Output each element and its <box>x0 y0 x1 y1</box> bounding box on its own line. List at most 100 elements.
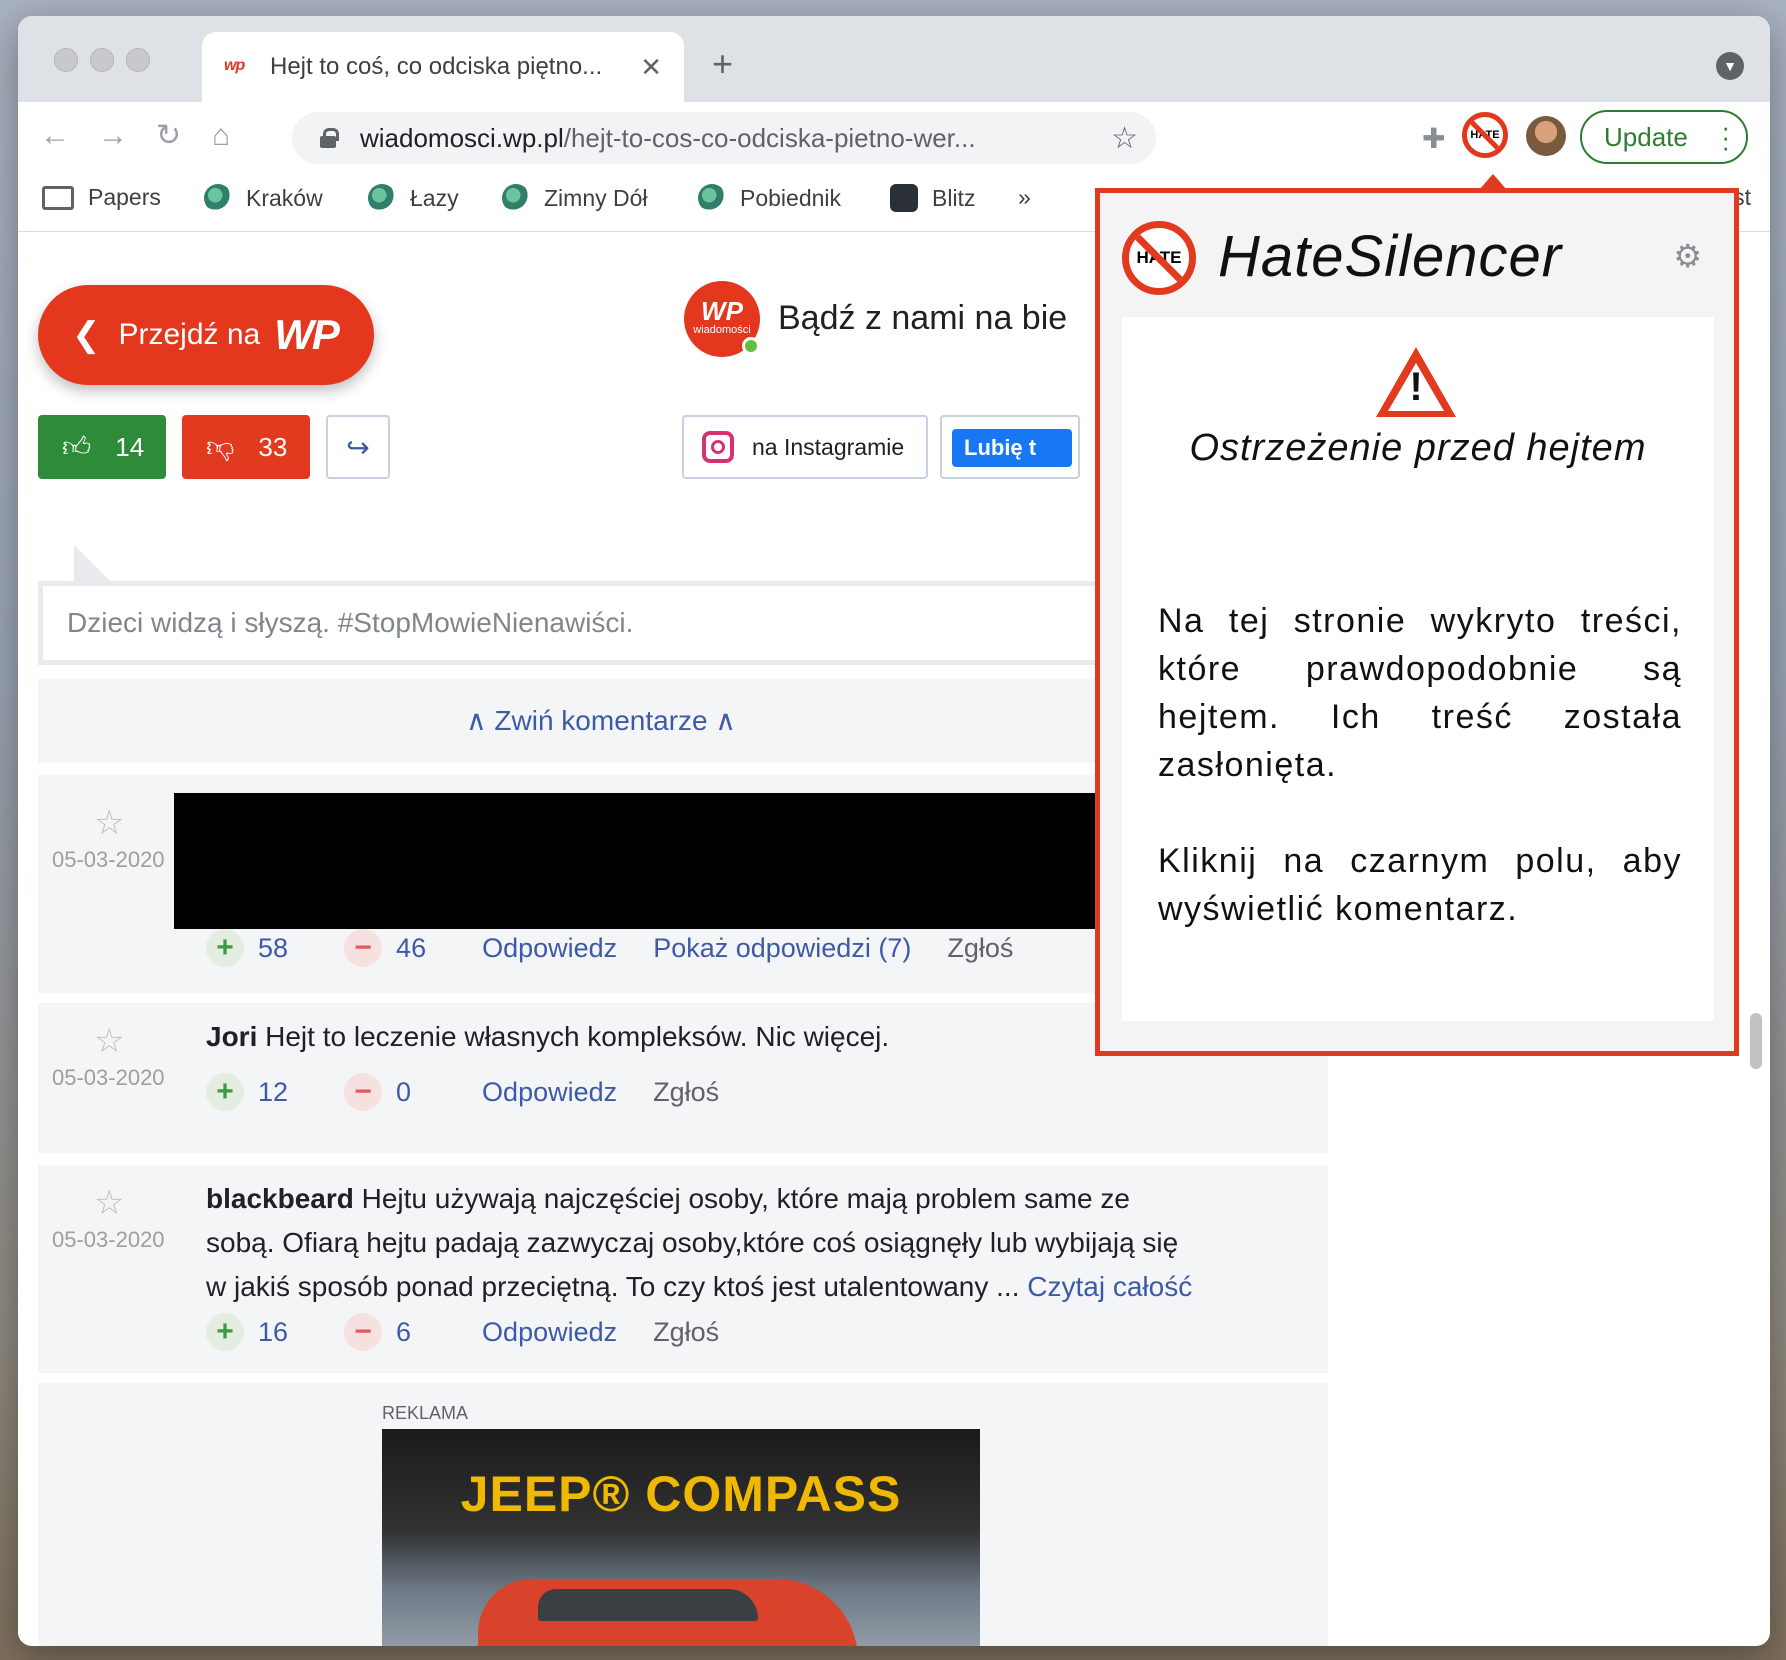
online-dot <box>742 337 760 355</box>
upvote-button[interactable]: + <box>206 1313 244 1351</box>
menu-dots-icon[interactable]: · · · <box>1721 114 1730 160</box>
bookmark-blitz[interactable]: Blitz <box>890 184 975 212</box>
go-to-wp-button[interactable]: ❮ Przejdź na WP <box>38 285 374 385</box>
warning-body: Na tej stronie wykryto treści, które pra… <box>1158 597 1682 933</box>
reply-link[interactable]: Odpowiedz <box>482 933 617 964</box>
star-icon[interactable]: ☆ <box>94 1021 124 1061</box>
report-link[interactable]: Zgłoś <box>653 1077 719 1108</box>
bookmark-star-icon[interactable]: ☆ <box>1111 121 1138 156</box>
bookmark-papers[interactable]: Papers <box>42 184 161 211</box>
tab-title: Hejt to coś, co odciska piętno... <box>270 53 603 80</box>
lock-icon[interactable] <box>320 128 339 148</box>
star-icon[interactable]: ☆ <box>94 803 124 843</box>
blitz-icon <box>890 184 918 212</box>
map-pin-icon <box>368 184 396 212</box>
zoom-window-button[interactable] <box>126 48 150 72</box>
wp-wiadomosci-avatar: WP wiadomości <box>684 281 760 357</box>
instagram-button[interactable]: na Instagramie <box>682 415 928 479</box>
comment-actions: + 12 − 0 Odpowiedz Zgłoś <box>206 1073 719 1111</box>
bookmark-zimny-dol[interactable]: Zimny Dół <box>502 184 648 212</box>
tab-strip: wp Hejt to coś, co odciska piętno... ✕ +… <box>18 16 1770 102</box>
map-pin-icon <box>698 184 726 212</box>
gear-icon[interactable]: ⚙ <box>1673 237 1702 275</box>
warning-paragraph-1: Na tej stronie wykryto treści, które pra… <box>1158 602 1682 784</box>
map-pin-icon <box>204 184 232 212</box>
downvote-button[interactable]: − <box>344 1073 383 1111</box>
map-pin-icon <box>502 184 530 212</box>
instagram-icon <box>702 431 734 463</box>
upvote-count: 58 <box>258 932 289 963</box>
address-bar[interactable]: wiadomosci.wp.pl/hejt-to-cos-co-odciska-… <box>292 112 1156 164</box>
new-tab-button[interactable]: + <box>712 46 733 82</box>
facebook-like-box: Lubię t <box>940 415 1080 479</box>
report-link[interactable]: Zgłoś <box>653 1317 719 1348</box>
downvote-count: 0 <box>396 1076 412 1107</box>
page-scrollbar[interactable] <box>1750 1013 1762 1069</box>
close-window-button[interactable] <box>54 48 78 72</box>
comment-date: 05-03-2020 <box>52 1227 165 1252</box>
home-icon[interactable]: ⌂ <box>212 116 230 156</box>
downvote-button[interactable]: − <box>344 1313 383 1351</box>
star-icon[interactable]: ☆ <box>94 1183 124 1223</box>
reply-link[interactable]: Odpowiedz <box>482 1077 617 1108</box>
close-tab-icon[interactable]: ✕ <box>640 52 662 83</box>
popup-title: HateSilencer <box>1218 224 1563 289</box>
jeep-ad-banner[interactable]: JEEP® COMPASS <box>382 1429 980 1646</box>
url-text[interactable]: wiadomosci.wp.pl/hejt-to-cos-co-odciska-… <box>360 123 1111 154</box>
forward-icon[interactable]: → <box>98 116 128 156</box>
upvote-button[interactable]: + <box>206 1073 244 1111</box>
tab-active[interactable]: wp Hejt to coś, co odciska piętno... ✕ <box>202 32 684 102</box>
collapse-comments-link[interactable]: ∧ Zwiń komentarze ∧ <box>38 679 1164 763</box>
hatesilencer-popup: HATE HateSilencer ⚙ ! Ostrzeżenie przed … <box>1095 188 1739 1056</box>
warning-title: Ostrzeżenie przed hejtem <box>1189 427 1647 469</box>
upvote-count: 16 <box>258 1316 289 1347</box>
bookmark-krakow[interactable]: Kraków <box>204 184 323 212</box>
ad-title: JEEP® COMPASS <box>460 1466 902 1522</box>
update-button[interactable]: Update · · · <box>1580 110 1748 164</box>
report-link[interactable]: Zgłoś <box>947 933 1013 964</box>
profile-avatar[interactable] <box>1526 116 1566 156</box>
like-button[interactable]: 👍︎ 14 <box>38 415 166 479</box>
puzzle-icon[interactable]: ✚ <box>1422 122 1445 155</box>
minimize-window-button[interactable] <box>90 48 114 72</box>
upvote-button[interactable]: + <box>206 929 244 967</box>
follow-heading: Bądź z nami na bie <box>778 299 1068 337</box>
speech-bubble-tail <box>74 545 114 585</box>
back-icon[interactable]: ← <box>40 116 70 156</box>
comment-author[interactable]: Jori <box>206 1021 257 1052</box>
reply-link[interactable]: Odpowiedz <box>482 1317 617 1348</box>
bookmarks-overflow[interactable]: » <box>1018 184 1031 211</box>
downvote-count: 46 <box>396 932 427 963</box>
upvote-count: 12 <box>258 1076 289 1107</box>
thumbs-up-icon: 👍︎ <box>62 431 92 462</box>
bookmark-lazy[interactable]: Łazy <box>368 184 459 212</box>
dislike-button[interactable]: 👎︎ 33 <box>182 415 310 479</box>
thumbs-down-icon: 👎︎ <box>206 431 235 462</box>
comment-author[interactable]: blackbeard <box>206 1183 354 1214</box>
hatesilencer-extension-icon[interactable]: HATE <box>1462 112 1508 158</box>
folder-icon <box>42 185 74 210</box>
share-icon: ↪ <box>346 431 370 463</box>
share-button[interactable]: ↪ <box>326 415 390 479</box>
comment-date: 05-03-2020 <box>52 847 165 872</box>
wp-favicon-icon: wp <box>224 57 245 74</box>
comment-date: 05-03-2020 <box>52 1065 165 1090</box>
downvote-count: 6 <box>396 1316 412 1347</box>
wp-logo: WP <box>274 311 340 358</box>
read-more-link[interactable]: Czytaj całość <box>1027 1271 1192 1302</box>
reload-icon[interactable]: ↻ <box>156 116 181 156</box>
ad-label: REKLAMA <box>382 1403 469 1423</box>
chevron-left-icon: ❮ <box>72 316 101 354</box>
downvote-button[interactable]: − <box>344 929 383 967</box>
warning-card: ! Ostrzeżenie przed hejtem Na tej stroni… <box>1122 317 1714 1021</box>
hate-logo-icon: HATE <box>1122 221 1196 295</box>
show-replies-link[interactable]: Pokaż odpowiedzi (7) <box>653 933 911 964</box>
comment-actions: + 58 − 46 Odpowiedz Pokaż odpowiedzi (7)… <box>206 929 1013 967</box>
warning-paragraph-2: Kliknij na czarnym polu, aby wyświetlić … <box>1158 842 1682 928</box>
tab-search-button[interactable]: ▼ <box>1716 52 1744 80</box>
bookmark-pobiednik[interactable]: Pobiednik <box>698 184 841 212</box>
facebook-like-button[interactable]: Lubię t <box>952 429 1072 467</box>
comment-input[interactable]: Dzieci widzą i słyszą. #StopMowieNienawi… <box>38 581 1164 665</box>
warning-exclamation: ! <box>1409 365 1423 409</box>
comment-actions: + 16 − 6 Odpowiedz Zgłoś <box>206 1313 719 1351</box>
